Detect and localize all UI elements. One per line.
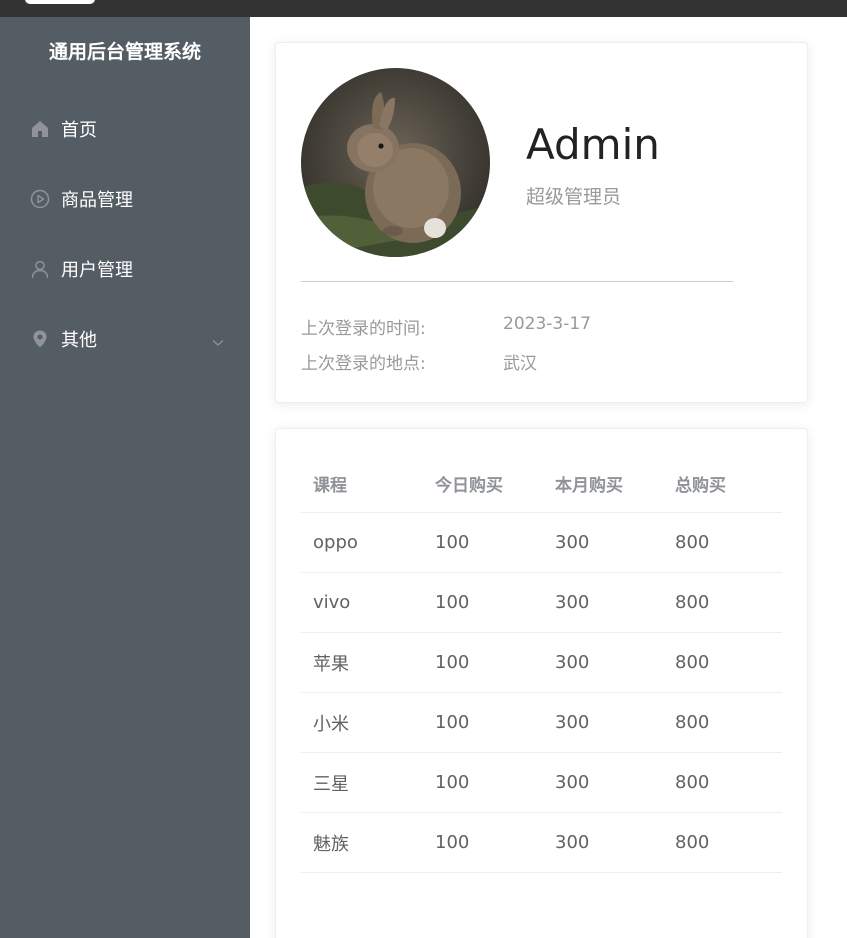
table-cell: 300 [555,832,590,853]
table-cell: 苹果 [313,653,349,675]
last-login-time-value: 2023-3-17 [503,314,591,334]
sidebar-item-users[interactable]: 用户管理 [0,241,250,297]
table-cell: 800 [675,652,710,673]
table-header-cell: 今日购买 [435,475,503,496]
top-tab[interactable] [25,0,95,4]
table-cell: 100 [435,832,470,853]
main-content: Admin 超级管理员 上次登录的时间: 2023-3-17 上次登录的地点: … [250,17,847,938]
sidebar-item-label: 首页 [61,120,97,141]
table-cell: 300 [555,532,590,553]
table-cell: 800 [675,772,710,793]
sidebar-item-label: 其他 [61,330,97,351]
table-header-row: 课程 今日购买 本月购买 总购买 [301,454,782,513]
table-cell: 三星 [313,773,349,795]
table-row: 魅族 100 300 800 [301,813,782,873]
table-header-cell: 课程 [313,475,347,496]
table-row: 三星 100 300 800 [301,753,782,813]
table-row: oppo 100 300 800 [301,513,782,573]
purchase-table-card: 课程 今日购买 本月购买 总购买 oppo 100 300 800 vivo 1… [275,428,808,938]
user-card: Admin 超级管理员 上次登录的时间: 2023-3-17 上次登录的地点: … [275,42,808,403]
table-header-cell: 本月购买 [555,475,623,496]
table-cell: 800 [675,592,710,613]
table-header-cell: 总购买 [675,475,726,496]
top-bar [0,0,847,17]
sidebar-item-home[interactable]: 首页 [0,101,250,157]
table-cell: 800 [675,712,710,733]
table-cell: oppo [313,532,358,553]
sidebar-item-label: 商品管理 [61,190,133,211]
table-cell: 300 [555,652,590,673]
last-login-place-value: 武汉 [503,354,537,374]
table-row: 小米 100 300 800 [301,693,782,753]
table-cell: 魅族 [313,833,349,855]
table-cell: 100 [435,592,470,613]
user-icon [30,259,50,279]
table-cell: 800 [675,832,710,853]
avatar [301,68,490,257]
sidebar-item-other[interactable]: 其他 [0,311,250,367]
table-cell: 100 [435,532,470,553]
chevron-down-icon[interactable] [212,331,224,352]
table-cell: vivo [313,592,351,613]
app-title: 通用后台管理系统 [48,41,201,63]
table-cell: 300 [555,712,590,733]
table-cell: 300 [555,772,590,793]
table-cell: 100 [435,712,470,733]
sidebar: 通用后台管理系统 首页 商品管理 用户管理 其他 [0,17,250,938]
last-login-time-label: 上次登录的时间: [301,319,426,339]
sidebar-item-label: 用户管理 [61,260,133,281]
home-icon [30,119,50,139]
table-cell: 100 [435,652,470,673]
last-login-place-label: 上次登录的地点: [301,354,426,374]
location-icon [30,329,50,349]
purchase-table: 课程 今日购买 本月购买 总购买 oppo 100 300 800 vivo 1… [301,454,782,873]
divider [301,281,733,282]
table-cell: 800 [675,532,710,553]
user-role: 超级管理员 [526,186,622,208]
table-cell: 小米 [313,713,349,735]
sidebar-item-products[interactable]: 商品管理 [0,171,250,227]
table-row: 苹果 100 300 800 [301,633,782,693]
table-row: vivo 100 300 800 [301,573,782,633]
user-name: Admin [526,120,660,169]
table-cell: 300 [555,592,590,613]
table-cell: 100 [435,772,470,793]
video-play-icon [30,189,50,209]
